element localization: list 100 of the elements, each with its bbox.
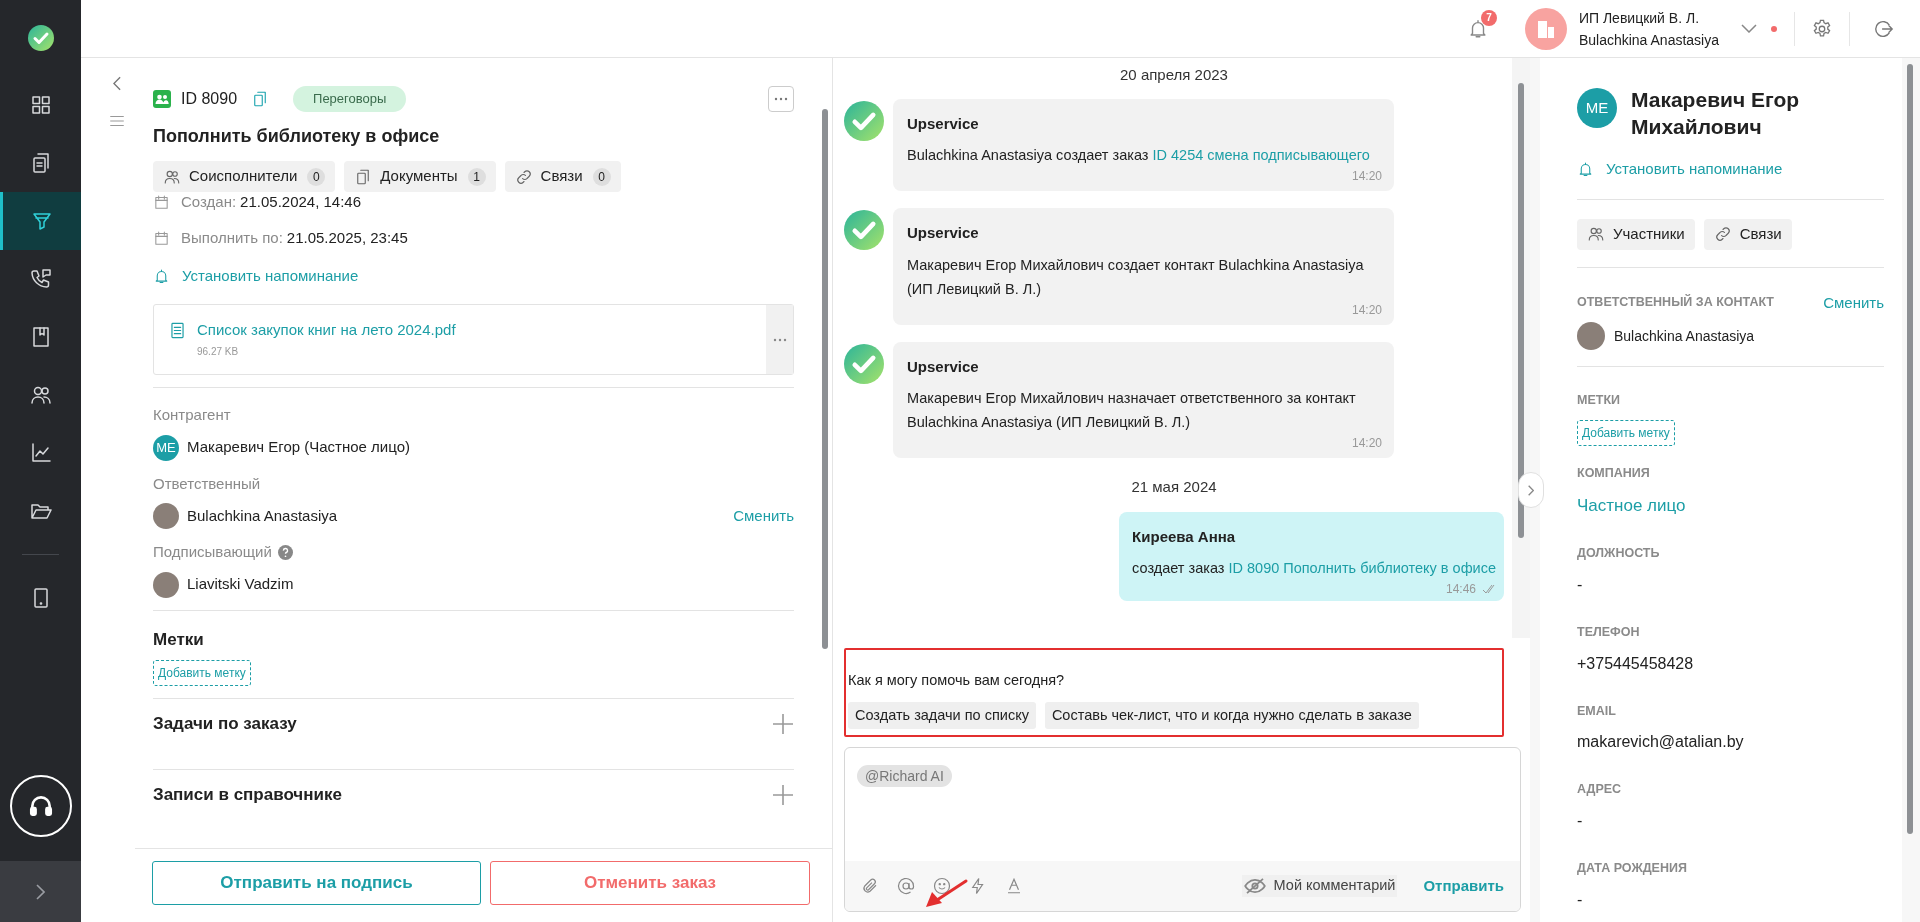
account-dropdown[interactable] <box>1741 24 1757 33</box>
date-label: Выполнить по: <box>181 227 283 248</box>
company-link[interactable]: Частное лицо <box>1577 492 1686 518</box>
field-label: АДРЕС <box>1577 781 1623 799</box>
field-value: +375445458428 <box>1577 653 1695 674</box>
bell-icon <box>1577 160 1594 178</box>
text-format-icon <box>1005 877 1023 895</box>
notifications-button[interactable]: 7 <box>1456 7 1499 50</box>
assistant-prompt: Как я могу помочь вам сегодня? <box>848 671 1066 691</box>
chevron-right-icon <box>1528 484 1534 496</box>
add-button[interactable] <box>772 784 794 806</box>
person-name: Bulachkina Anastasiya <box>1614 326 1755 346</box>
bell-icon <box>153 267 170 285</box>
add-tag-button[interactable]: Добавить метку <box>1577 419 1675 446</box>
send-button[interactable]: Отправить <box>1423 874 1504 898</box>
tab-chip[interactable]: Документы 1 <box>344 161 496 192</box>
add-tag-button[interactable]: Добавить метку <box>153 660 251 686</box>
attach-button[interactable] <box>861 877 879 895</box>
field-label: ДАТА РОЖДЕНИЯ <box>1577 860 1688 877</box>
settings-button[interactable] <box>1811 17 1833 40</box>
message-author: Upservice <box>907 113 980 134</box>
sidebar-item[interactable] <box>0 192 81 250</box>
action-button[interactable]: Отправить на подпись <box>152 861 481 905</box>
attachment-link[interactable]: Список закупок книг на лето 2024.pdf <box>197 319 456 342</box>
mention-chip[interactable]: @Richard AI <box>857 765 952 787</box>
logo-icon[interactable] <box>27 25 54 51</box>
date-value: 21.05.2024, 14:46 <box>240 191 362 212</box>
comment-box[interactable]: @Richard AI Мой комментарий Отправить <box>844 747 1521 912</box>
order-link[interactable]: ID 8090 Пополнить библиотеку в офисе <box>1228 560 1496 576</box>
section-title: Записи в справочнике <box>153 784 342 807</box>
avatar <box>153 571 179 598</box>
field-label: ДОЛЖНОСТЬ <box>1577 545 1661 562</box>
reminder-link[interactable]: Установить напоминание <box>153 266 794 286</box>
message-text: Макаревич Егор Михайлович назначает ответственного за контакт Bulachkina Anastasiya (ИП Левицкий В. Л.) <box>907 389 1357 432</box>
field-label: МЕТКИ <box>1577 392 1621 409</box>
person-name: Bulachkina Anastasiya <box>187 505 338 526</box>
tab-chip[interactable]: Соисполнители 0 <box>153 161 336 192</box>
smiley-icon <box>933 877 951 895</box>
message-time: 14:20 <box>1351 168 1382 185</box>
add-button[interactable] <box>772 713 794 735</box>
message-text: Bulachkina Anastasiya создает заказ ID 4254 смена подписывающего <box>907 146 1371 165</box>
message-time: 14:46 <box>1445 581 1476 598</box>
help-icon[interactable] <box>277 544 293 560</box>
field-label: EMAIL <box>1577 702 1617 720</box>
change-link[interactable]: Сменить <box>733 504 794 528</box>
people-icon <box>1587 225 1605 243</box>
emoji-button[interactable] <box>933 877 951 895</box>
headset-icon <box>27 793 54 819</box>
support-button[interactable] <box>9 775 72 837</box>
notification-count: 7 <box>1480 9 1497 26</box>
settings-icon <box>1811 17 1833 40</box>
field-label: Подписывающий <box>153 542 272 562</box>
plus-icon <box>772 713 794 735</box>
field-value: - <box>1577 811 1584 831</box>
avatar <box>153 503 179 529</box>
chevron-right-icon <box>36 883 45 900</box>
count-badge: 0 <box>307 167 326 186</box>
mention-button[interactable] <box>897 877 915 895</box>
check-avatar-icon <box>844 343 884 384</box>
field-value: - <box>1577 889 1584 910</box>
initials-avatar: ME <box>153 434 179 461</box>
suggestion-chip[interactable]: Составь чек-лист, что и когда нужно сделать в заказе <box>1044 702 1419 729</box>
check-avatar-icon <box>844 210 884 250</box>
more-icon <box>774 97 788 101</box>
private-comment-toggle[interactable]: Мой комментарий <box>1241 875 1398 897</box>
message-author: Upservice <box>907 223 980 243</box>
check-avatar-icon <box>844 100 884 141</box>
order-id: ID 8090 <box>181 89 238 109</box>
change-link[interactable]: Сменить <box>1823 291 1884 314</box>
tab-chip[interactable]: Связи <box>1703 218 1792 250</box>
paperclip-icon <box>861 877 879 895</box>
suggestion-chip[interactable]: Создать задачи по списку <box>848 702 1036 729</box>
tab-chip[interactable]: Связи 0 <box>504 161 621 192</box>
field-label: ОТВЕТСТВЕННЫЙ ЗА КОНТАКТ <box>1577 293 1774 312</box>
text-format-button[interactable] <box>1005 877 1023 895</box>
field-label: ТЕЛЕФОН <box>1577 623 1641 641</box>
message-author: Киреева Анна <box>1132 526 1237 547</box>
reminder-link[interactable]: Установить напоминание <box>1577 158 1884 181</box>
count-badge: 0 <box>592 167 611 186</box>
section-title: Задачи по заказу <box>153 713 297 736</box>
read-ticks-icon <box>1482 584 1496 594</box>
avatar <box>1577 322 1605 350</box>
tab-chip[interactable]: Участники <box>1577 218 1695 250</box>
status-badge: Переговоры <box>293 86 407 112</box>
chevron-left-icon <box>113 75 121 91</box>
company-name: ИП Левицкий В. Л. <box>1578 8 1701 28</box>
date-separator: 20 апреля 2023 <box>1120 65 1228 85</box>
message-time: 14:20 <box>1351 301 1382 319</box>
link-icon <box>1713 225 1732 243</box>
order-link[interactable]: ID 4254 смена подписывающего <box>1152 147 1370 163</box>
initials-avatar: ME <box>1577 88 1617 128</box>
action-button[interactable]: Отменить заказ <box>490 861 810 905</box>
chevron-down-icon <box>1741 24 1757 33</box>
date-value: 21.05.2025, 23:45 <box>286 227 408 248</box>
field-label: Контрагент <box>153 405 232 425</box>
contact-card-icon <box>153 90 171 108</box>
annotation-arrow <box>924 878 968 908</box>
eye-off-icon <box>1243 878 1266 894</box>
building-icon <box>1535 18 1556 39</box>
link-icon <box>514 167 533 186</box>
